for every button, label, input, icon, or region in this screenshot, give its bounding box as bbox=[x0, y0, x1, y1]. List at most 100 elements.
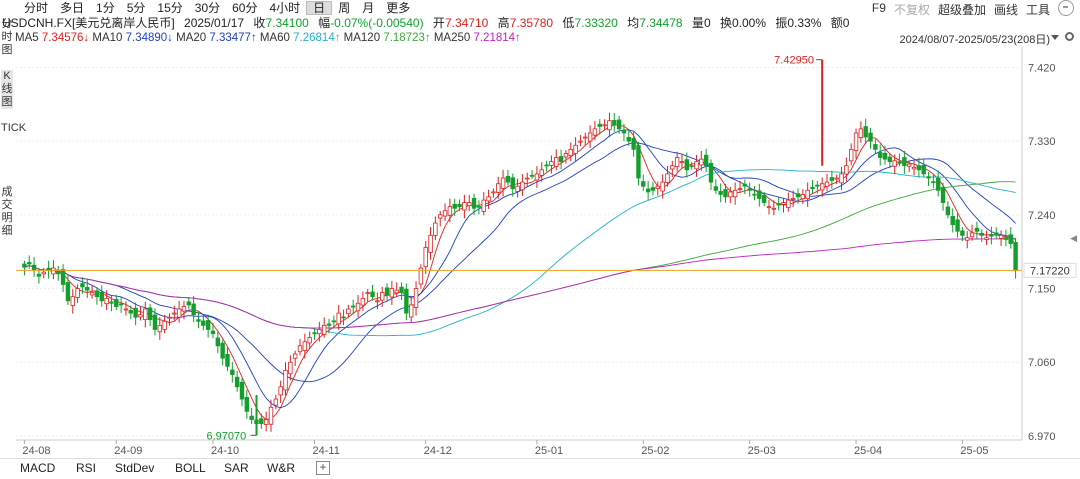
candle-body bbox=[278, 386, 283, 396]
candle-body bbox=[505, 175, 511, 183]
candle-body bbox=[563, 153, 569, 158]
y-tick-label: 7.060 bbox=[1028, 357, 1056, 369]
candle-body bbox=[365, 292, 370, 295]
candle-body bbox=[496, 183, 501, 193]
candle-body bbox=[926, 176, 931, 179]
candle-body bbox=[118, 303, 124, 306]
candle-body bbox=[907, 163, 912, 167]
candle-body bbox=[955, 219, 960, 232]
x-tick-label: 24-11 bbox=[313, 445, 340, 457]
candle-body bbox=[732, 189, 738, 198]
candle-body bbox=[80, 283, 85, 288]
candle-body bbox=[404, 288, 409, 314]
candle-body bbox=[650, 187, 656, 191]
x-tick-label: 24-12 bbox=[424, 445, 452, 457]
candle-body bbox=[428, 234, 433, 253]
candle-body bbox=[873, 144, 878, 150]
candle-body bbox=[931, 181, 936, 184]
candle-body bbox=[969, 232, 975, 238]
candle-body bbox=[109, 301, 114, 304]
candle-body bbox=[409, 304, 414, 318]
candle-body bbox=[578, 140, 583, 143]
candle-body bbox=[370, 291, 375, 298]
candle-body bbox=[172, 312, 177, 315]
candle-body bbox=[41, 271, 46, 275]
candle-body bbox=[51, 267, 56, 275]
candle-body bbox=[960, 230, 965, 236]
x-tick-label: 24-10 bbox=[211, 445, 239, 457]
indicator-tab-stddev[interactable]: StdDev bbox=[115, 461, 154, 475]
last-price-label: 7.17220 bbox=[1030, 265, 1070, 277]
candle-body bbox=[660, 181, 665, 192]
candle-body bbox=[781, 202, 786, 205]
candle-body bbox=[162, 320, 167, 330]
candle-body bbox=[790, 198, 796, 200]
chevron-left-icon[interactable]: ◀ bbox=[1070, 233, 1077, 244]
candle-body bbox=[201, 320, 206, 326]
candle-body bbox=[694, 161, 699, 170]
candle-body bbox=[529, 174, 535, 177]
candle-body bbox=[321, 324, 327, 335]
candle-body bbox=[205, 320, 211, 330]
y-tick-label: 7.420 bbox=[1028, 62, 1056, 74]
candle-body bbox=[230, 369, 235, 375]
candle-body bbox=[114, 299, 119, 307]
candle-body bbox=[713, 186, 719, 191]
candle-body bbox=[853, 132, 859, 151]
candle-body bbox=[863, 126, 868, 138]
candle-body bbox=[360, 297, 366, 306]
x-tick-label: 24-09 bbox=[114, 445, 142, 457]
candle-body bbox=[679, 161, 685, 164]
candle-body bbox=[399, 286, 404, 294]
indicator-tab-w&r[interactable]: W&R bbox=[267, 461, 295, 475]
candle-body bbox=[916, 165, 922, 171]
indicator-tab-macd[interactable]: MACD bbox=[20, 461, 55, 475]
candle-body bbox=[848, 148, 854, 162]
candle-body bbox=[757, 190, 762, 199]
candle-body bbox=[128, 310, 133, 314]
candle-body bbox=[341, 316, 346, 319]
candle-body bbox=[583, 136, 588, 139]
candle-body bbox=[974, 227, 980, 232]
candle-body bbox=[718, 191, 723, 195]
indicator-tab-sar[interactable]: SAR bbox=[224, 461, 249, 475]
candle-body bbox=[65, 282, 71, 302]
candle-body bbox=[447, 206, 453, 216]
candle-body bbox=[36, 273, 42, 277]
ma-line-ma250 bbox=[24, 238, 1016, 329]
candle-body bbox=[892, 160, 897, 167]
candle-body bbox=[844, 165, 849, 175]
y-tick-label: 7.240 bbox=[1028, 210, 1056, 222]
candle-body bbox=[268, 406, 274, 425]
candle-body bbox=[534, 173, 540, 181]
candle-body bbox=[462, 202, 467, 211]
candle-body bbox=[655, 185, 660, 189]
candle-body bbox=[882, 152, 888, 160]
candle-body bbox=[104, 297, 109, 305]
min-label: 6.97070 bbox=[206, 430, 246, 442]
candle-body bbox=[829, 177, 835, 181]
candle-body bbox=[1008, 234, 1013, 244]
candle-body bbox=[196, 319, 201, 322]
candle-body bbox=[515, 185, 520, 192]
candle-body bbox=[699, 158, 704, 166]
candle-body bbox=[375, 300, 380, 303]
candle-body bbox=[989, 234, 994, 237]
candle-body bbox=[234, 376, 240, 388]
candle-body bbox=[500, 177, 506, 189]
candle-body bbox=[167, 316, 172, 319]
candle-body bbox=[965, 237, 970, 241]
candle-body bbox=[288, 361, 293, 375]
candle-body bbox=[467, 202, 472, 207]
candle-body bbox=[438, 214, 443, 219]
candle-body bbox=[921, 165, 926, 175]
candle-body bbox=[994, 232, 999, 235]
add-indicator-button[interactable]: + bbox=[316, 461, 330, 475]
candlestick-chart[interactable]: 7.420 7.330 7.240 7.150 7.060 6.970 24-08 24-09… bbox=[0, 0, 1080, 458]
x-tick-label: 25-02 bbox=[641, 445, 669, 457]
candle-body bbox=[839, 173, 844, 184]
candle-body bbox=[75, 288, 80, 298]
max-label: 7.42950 bbox=[774, 55, 814, 67]
indicator-tab-rsi[interactable]: RSI bbox=[76, 461, 96, 475]
indicator-tab-boll[interactable]: BOLL bbox=[175, 461, 206, 475]
